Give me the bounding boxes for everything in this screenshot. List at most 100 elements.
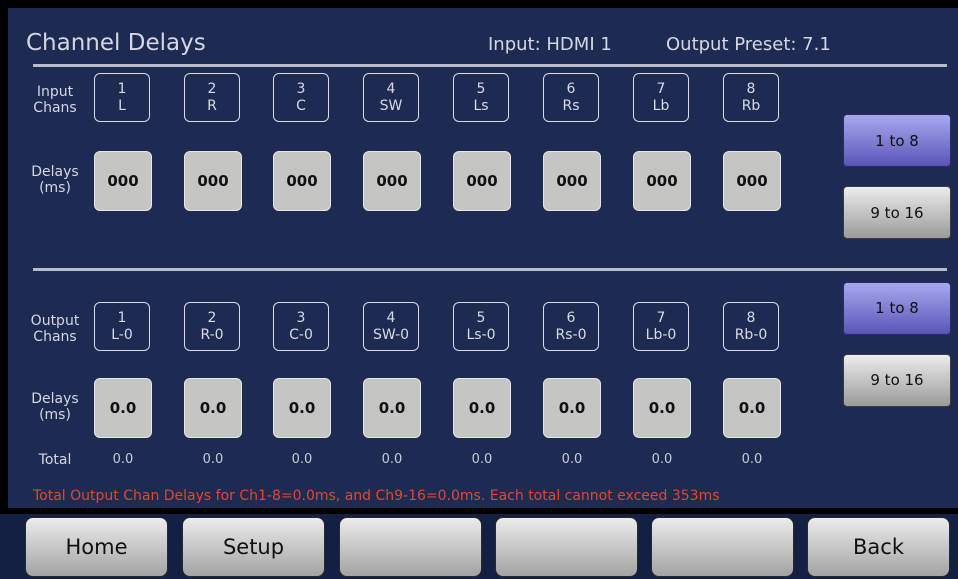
channel-number: 7 <box>656 309 666 326</box>
channel-number: 2 <box>207 309 217 326</box>
channel-number: 6 <box>566 80 576 97</box>
input-delay-1[interactable]: 000 <box>94 151 152 211</box>
channel-number: 1 <box>117 309 127 326</box>
channel-number: 7 <box>656 80 666 97</box>
input-delay-4[interactable]: 000 <box>363 151 421 211</box>
channel-number: 8 <box>746 309 756 326</box>
input-delay-7[interactable]: 000 <box>633 151 691 211</box>
output-delay-2[interactable]: 0.0 <box>184 378 242 438</box>
output-delay-5[interactable]: 0.0 <box>453 378 511 438</box>
output-delay-4[interactable]: 0.0 <box>363 378 421 438</box>
channel-number: 2 <box>207 80 217 97</box>
output-delay-8[interactable]: 0.0 <box>723 378 781 438</box>
output-chans-label-line1: Output <box>30 313 80 329</box>
channel-number: 6 <box>566 309 576 326</box>
nav-blank-button-1[interactable] <box>339 517 482 577</box>
total-label: Total <box>38 452 72 468</box>
delay-limit-warning: Total Output Chan Delays for Ch1-8=0.0ms… <box>33 488 720 504</box>
channel-name: Rs <box>562 97 580 114</box>
channel-name: Ls-0 <box>466 326 496 343</box>
input-channel-5[interactable]: 5 Ls <box>453 73 509 122</box>
input-delays-label-line1: Delays <box>31 164 79 180</box>
output-preset-indicator: Output Preset: 7.1 <box>666 34 831 55</box>
output-delays-label-line1: Delays <box>31 391 79 407</box>
channel-name: Rb-0 <box>734 326 768 343</box>
channel-number: 1 <box>117 80 127 97</box>
input-channel-6[interactable]: 6 Rs <box>543 73 599 122</box>
channel-number: 4 <box>386 80 396 97</box>
channel-name: Lb <box>652 97 670 114</box>
channel-name: SW <box>379 97 403 114</box>
channel-name: R-0 <box>200 326 224 343</box>
input-channel-3[interactable]: 3C <box>273 73 329 122</box>
output-total-4: 0.0 <box>381 452 403 467</box>
output-total-2: 0.0 <box>202 452 224 467</box>
output-delay-1[interactable]: 0.0 <box>94 378 152 438</box>
input-delay-5[interactable]: 000 <box>453 151 511 211</box>
output-delays-label: Delays (ms) <box>25 391 85 423</box>
channel-number: 4 <box>386 309 396 326</box>
output-channel-1[interactable]: 1 L-0 <box>94 302 150 351</box>
input-chans-label-line2: Chans <box>33 100 77 116</box>
channel-name: C-0 <box>289 326 313 343</box>
section-divider <box>33 268 947 271</box>
input-delays-label-line2: (ms) <box>39 180 71 196</box>
input-delays-label: Delays (ms) <box>25 164 85 196</box>
channel-number: 8 <box>746 80 756 97</box>
output-range-9-to-16-button[interactable]: 9 to 16 <box>843 354 951 407</box>
channel-name: Rs-0 <box>555 326 587 343</box>
input-indicator: Input: HDMI 1 <box>488 34 612 55</box>
channel-name: C <box>296 97 306 114</box>
input-channel-8[interactable]: 8 Rb <box>723 73 779 122</box>
output-delays-label-line2: (ms) <box>39 407 71 423</box>
input-range-1-to-8-button[interactable]: 1 to 8 <box>843 114 951 167</box>
setup-button[interactable]: Setup <box>182 517 325 577</box>
home-button[interactable]: Home <box>25 517 168 577</box>
back-button[interactable]: Back <box>807 517 950 577</box>
output-chans-label-line2: Chans <box>33 329 77 345</box>
output-total-6: 0.0 <box>561 452 583 467</box>
header-divider <box>33 64 947 67</box>
channel-name: R <box>207 97 217 114</box>
input-range-9-to-16-button[interactable]: 9 to 16 <box>843 186 951 239</box>
input-channel-7[interactable]: 7 Lb <box>633 73 689 122</box>
output-total-1: 0.0 <box>112 452 134 467</box>
nav-blank-button-3[interactable] <box>651 517 794 577</box>
output-total-5: 0.0 <box>471 452 493 467</box>
output-channel-6[interactable]: 6 Rs-0 <box>543 302 599 351</box>
channel-name: Rb <box>741 97 761 114</box>
channel-name: Lb-0 <box>645 326 677 343</box>
channel-name: Ls <box>473 97 489 114</box>
input-delay-2[interactable]: 000 <box>184 151 242 211</box>
output-channel-7[interactable]: 7 Lb-0 <box>633 302 689 351</box>
channel-number: 3 <box>296 309 306 326</box>
input-channel-4[interactable]: 4 SW <box>363 73 419 122</box>
channel-number: 5 <box>476 309 486 326</box>
output-delay-6[interactable]: 0.0 <box>543 378 601 438</box>
input-chans-label: Input Chans <box>25 84 85 116</box>
channel-number: 5 <box>476 80 486 97</box>
output-delay-3[interactable]: 0.0 <box>273 378 331 438</box>
output-channel-3[interactable]: 3 C-0 <box>273 302 329 351</box>
output-delay-7[interactable]: 0.0 <box>633 378 691 438</box>
input-delay-8[interactable]: 000 <box>723 151 781 211</box>
output-channel-8[interactable]: 8 Rb-0 <box>723 302 779 351</box>
channel-name: SW-0 <box>372 326 410 343</box>
page-title: Channel Delays <box>26 30 206 56</box>
output-channel-4[interactable]: 4 SW-0 <box>363 302 419 351</box>
input-delay-6[interactable]: 000 <box>543 151 601 211</box>
output-chans-label: Output Chans <box>25 313 85 345</box>
nav-blank-button-2[interactable] <box>495 517 638 577</box>
output-total-3: 0.0 <box>291 452 313 467</box>
output-channel-5[interactable]: 5 Ls-0 <box>453 302 509 351</box>
input-channel-2[interactable]: 2R <box>184 73 240 122</box>
channel-name: L-0 <box>111 326 133 343</box>
input-chans-label-line1: Input <box>36 84 74 100</box>
channel-number: 3 <box>296 80 306 97</box>
channel-name: L <box>118 97 126 114</box>
output-range-1-to-8-button[interactable]: 1 to 8 <box>843 282 951 335</box>
output-channel-2[interactable]: 2 R-0 <box>184 302 240 351</box>
input-channel-1[interactable]: 1L <box>94 73 150 122</box>
input-delay-3[interactable]: 000 <box>273 151 331 211</box>
output-total-7: 0.0 <box>651 452 673 467</box>
